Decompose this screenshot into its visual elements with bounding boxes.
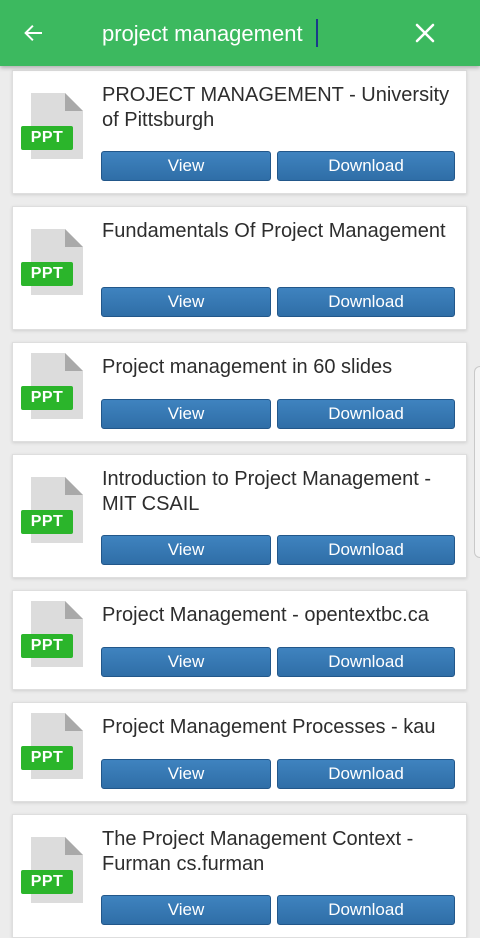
result-title: Project management in 60 slides bbox=[102, 356, 393, 378]
file-type-badge: PPT bbox=[21, 386, 73, 410]
file-type-badge: PPT bbox=[21, 746, 73, 770]
result-title: Project Management - opentextbc.ca bbox=[102, 604, 429, 626]
download-button[interactable]: Download bbox=[277, 287, 455, 317]
list-item[interactable]: PPT Project Management - opentextbc.ca V… bbox=[12, 590, 467, 690]
list-item[interactable]: PPT PROJECT MANAGEMENT - University of P… bbox=[12, 70, 467, 194]
list-item[interactable]: PPT Project Management Processes - kau V… bbox=[12, 702, 467, 802]
document-icon: PPT bbox=[21, 229, 83, 299]
list-item[interactable]: PPT The Project Management Context - Fur… bbox=[12, 814, 467, 938]
result-title: Project Management Processes - kau bbox=[102, 716, 436, 738]
back-button[interactable] bbox=[14, 14, 52, 52]
document-icon: PPT bbox=[21, 601, 83, 671]
download-button[interactable]: Download bbox=[277, 151, 455, 181]
view-button[interactable]: View bbox=[101, 151, 271, 181]
view-button[interactable]: View bbox=[101, 647, 271, 677]
file-type-badge: PPT bbox=[21, 634, 73, 658]
result-title: Introduction to Project Management - MIT… bbox=[102, 468, 432, 515]
view-button[interactable]: View bbox=[101, 287, 271, 317]
download-button[interactable]: Download bbox=[277, 895, 455, 925]
download-button[interactable]: Download bbox=[277, 759, 455, 789]
arrow-left-icon bbox=[24, 25, 42, 41]
document-icon: PPT bbox=[21, 353, 83, 423]
file-type-badge: PPT bbox=[21, 870, 73, 894]
download-button[interactable]: Download bbox=[277, 399, 455, 429]
document-icon: PPT bbox=[21, 837, 83, 907]
document-icon: PPT bbox=[21, 477, 83, 547]
document-icon: PPT bbox=[21, 93, 83, 163]
view-button[interactable]: View bbox=[101, 759, 271, 789]
view-button[interactable]: View bbox=[101, 535, 271, 565]
file-type-badge: PPT bbox=[21, 510, 73, 534]
list-item[interactable]: PPT Project management in 60 slides View… bbox=[12, 342, 467, 442]
scrollbar[interactable] bbox=[474, 366, 480, 558]
search-input[interactable] bbox=[102, 18, 392, 50]
list-item[interactable]: PPT Fundamentals Of Project Management V… bbox=[12, 206, 467, 330]
file-type-badge: PPT bbox=[21, 126, 73, 150]
result-title: The Project Management Context - Furman … bbox=[102, 828, 414, 875]
app-bar bbox=[0, 0, 480, 66]
result-title: PROJECT MANAGEMENT - University of Pitts… bbox=[102, 84, 450, 131]
text-caret bbox=[316, 19, 318, 47]
close-icon bbox=[415, 23, 435, 43]
clear-search-button[interactable] bbox=[406, 14, 444, 52]
result-title: Fundamentals Of Project Management bbox=[102, 220, 446, 242]
file-type-badge: PPT bbox=[21, 262, 73, 286]
view-button[interactable]: View bbox=[101, 895, 271, 925]
download-button[interactable]: Download bbox=[277, 647, 455, 677]
document-icon: PPT bbox=[21, 713, 83, 783]
list-item[interactable]: PPT Introduction to Project Management -… bbox=[12, 454, 467, 578]
download-button[interactable]: Download bbox=[277, 535, 455, 565]
view-button[interactable]: View bbox=[101, 399, 271, 429]
